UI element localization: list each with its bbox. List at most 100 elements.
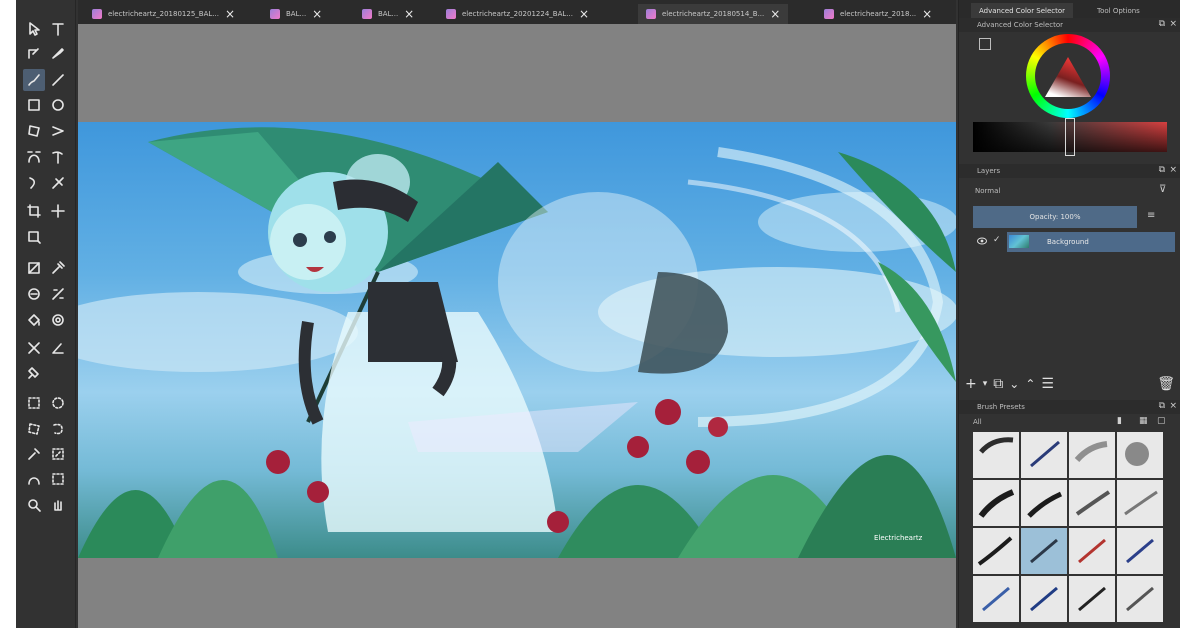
toolbox bbox=[16, 0, 76, 628]
elliptical-selection-icon[interactable] bbox=[47, 392, 69, 414]
bezier-curve-tool-icon[interactable] bbox=[23, 146, 45, 168]
polyline-tool-icon[interactable] bbox=[47, 120, 69, 142]
canvas-viewport[interactable]: Electricheartz bbox=[78, 24, 956, 628]
move-layer-up-icon[interactable]: ⌃ bbox=[1025, 377, 1035, 391]
magnetic-selection-icon[interactable] bbox=[47, 468, 69, 490]
document-tab[interactable]: electricheartz_20180125_BAL... × bbox=[84, 4, 243, 24]
hue-ring[interactable] bbox=[1026, 34, 1110, 118]
contiguous-selection-icon[interactable] bbox=[23, 443, 45, 465]
tab-advanced-color-selector[interactable]: Advanced Color Selector bbox=[971, 3, 1074, 18]
line-tool-icon[interactable] bbox=[47, 69, 69, 91]
document-tab-bar: electricheartz_20180125_BAL... × BAL... … bbox=[78, 0, 956, 24]
float-icon[interactable]: ⧉ bbox=[1159, 401, 1165, 411]
saturation-triangle[interactable] bbox=[1045, 57, 1091, 97]
multibrush-tool-icon[interactable] bbox=[47, 172, 69, 194]
move-tool-icon[interactable] bbox=[47, 200, 69, 222]
float-icon[interactable]: ⧉ bbox=[1159, 165, 1165, 175]
calligraphy-tool-icon[interactable] bbox=[47, 42, 69, 64]
close-icon[interactable]: × bbox=[225, 7, 235, 21]
rectangular-selection-icon[interactable] bbox=[23, 392, 45, 414]
brush-preset[interactable] bbox=[973, 432, 1019, 478]
freehand-path-tool-icon[interactable] bbox=[47, 146, 69, 168]
color-picker-tool-icon[interactable] bbox=[47, 257, 69, 279]
advanced-color-selector[interactable] bbox=[959, 32, 1180, 160]
add-layer-dropdown-icon[interactable]: ▾ bbox=[983, 379, 988, 389]
brush-preset[interactable] bbox=[1117, 480, 1163, 526]
preset-settings-icon[interactable]: ▢ bbox=[1157, 416, 1166, 426]
polygonal-selection-icon[interactable] bbox=[23, 418, 45, 440]
polygon-tool-icon[interactable] bbox=[23, 120, 45, 142]
text-tool-icon[interactable] bbox=[47, 18, 69, 40]
pattern-tool-icon[interactable] bbox=[47, 309, 69, 331]
value-strip-marker[interactable] bbox=[1065, 118, 1075, 156]
transform-tool-icon[interactable] bbox=[23, 226, 45, 248]
crop-tool-icon[interactable] bbox=[23, 200, 45, 222]
selector-settings-icon[interactable] bbox=[979, 38, 991, 50]
brush-preset[interactable] bbox=[1069, 528, 1115, 574]
preset-tag-filter[interactable]: All bbox=[973, 416, 1093, 428]
close-icon[interactable]: × bbox=[404, 7, 414, 21]
close-icon[interactable]: × bbox=[770, 7, 780, 21]
close-icon[interactable]: × bbox=[1169, 401, 1177, 411]
artwork-image[interactable]: Electricheartz bbox=[78, 122, 956, 558]
close-icon[interactable]: × bbox=[1169, 165, 1177, 175]
rectangle-tool-icon[interactable] bbox=[23, 94, 45, 116]
document-tab[interactable]: electricheartz_2018... × bbox=[816, 4, 940, 24]
pan-tool-icon[interactable] bbox=[47, 494, 69, 516]
brush-preset[interactable] bbox=[1117, 432, 1163, 478]
move-layer-down-icon[interactable]: ⌄ bbox=[1009, 377, 1019, 391]
preset-grid-icon[interactable]: ▦ bbox=[1139, 416, 1148, 426]
brush-preset[interactable] bbox=[1021, 480, 1067, 526]
document-tab-active[interactable]: electricheartz_20180514_B... × bbox=[638, 4, 789, 24]
bezier-selection-icon[interactable] bbox=[23, 468, 45, 490]
add-layer-icon[interactable]: + bbox=[965, 376, 977, 392]
layer-properties-icon[interactable]: ☰ bbox=[1041, 376, 1054, 392]
close-icon[interactable]: × bbox=[579, 7, 589, 21]
ellipse-tool-icon[interactable] bbox=[47, 94, 69, 116]
layer-check-icon[interactable]: ✓ bbox=[993, 235, 1001, 245]
edit-shapes-tool-icon[interactable] bbox=[23, 42, 45, 64]
freehand-brush-tool-icon[interactable] bbox=[23, 69, 45, 91]
blend-mode-select[interactable]: Normal bbox=[973, 184, 1143, 198]
zoom-tool-icon[interactable] bbox=[23, 494, 45, 516]
colorize-mask-tool-icon[interactable] bbox=[23, 283, 45, 305]
reference-tool-icon[interactable] bbox=[23, 362, 45, 384]
brush-preset[interactable] bbox=[973, 528, 1019, 574]
tab-tool-options[interactable]: Tool Options bbox=[1089, 3, 1148, 18]
brush-preset[interactable] bbox=[1117, 528, 1163, 574]
visibility-eye-icon[interactable] bbox=[977, 236, 987, 246]
similar-color-selection-icon[interactable] bbox=[47, 443, 69, 465]
brush-preset-active[interactable] bbox=[1021, 528, 1067, 574]
float-icon[interactable]: ⧉ bbox=[1159, 19, 1165, 29]
preset-view-icon[interactable]: ▮ bbox=[1117, 416, 1122, 426]
brush-preset[interactable] bbox=[1117, 576, 1163, 622]
tab-label: electricheartz_20201224_BAL... bbox=[462, 10, 573, 18]
filter-icon[interactable]: ⊽ bbox=[1159, 184, 1166, 195]
delete-layer-icon[interactable]: 🗑 bbox=[1157, 376, 1175, 392]
document-tab[interactable]: BAL... × bbox=[354, 4, 422, 24]
brush-preset[interactable] bbox=[1069, 480, 1115, 526]
brush-preset[interactable] bbox=[1069, 432, 1115, 478]
fill-tool-icon[interactable] bbox=[23, 309, 45, 331]
document-tab[interactable]: electricheartz_20201224_BAL... × bbox=[438, 4, 597, 24]
brush-preset[interactable] bbox=[973, 480, 1019, 526]
select-shapes-tool-icon[interactable] bbox=[23, 18, 45, 40]
smart-patch-tool-icon[interactable] bbox=[47, 283, 69, 305]
lock-icon[interactable]: ≡ bbox=[1147, 210, 1155, 221]
close-icon[interactable]: × bbox=[922, 7, 932, 21]
measure-tool-icon[interactable] bbox=[47, 337, 69, 359]
duplicate-layer-icon[interactable]: ⧉ bbox=[993, 376, 1003, 392]
document-tab[interactable]: BAL... × bbox=[262, 4, 330, 24]
dynamic-brush-tool-icon[interactable] bbox=[23, 172, 45, 194]
opacity-slider[interactable]: Opacity: 100% bbox=[973, 206, 1137, 228]
brush-preset[interactable] bbox=[1021, 432, 1067, 478]
freehand-selection-icon[interactable] bbox=[47, 418, 69, 440]
layer-row-background[interactable]: Background bbox=[1007, 232, 1175, 252]
assistant-tool-icon[interactable] bbox=[23, 337, 45, 359]
close-icon[interactable]: × bbox=[312, 7, 322, 21]
gradient-tool-icon[interactable] bbox=[23, 257, 45, 279]
brush-preset[interactable] bbox=[1021, 576, 1067, 622]
close-icon[interactable]: × bbox=[1169, 19, 1177, 29]
brush-preset[interactable] bbox=[1069, 576, 1115, 622]
brush-preset[interactable] bbox=[973, 576, 1019, 622]
